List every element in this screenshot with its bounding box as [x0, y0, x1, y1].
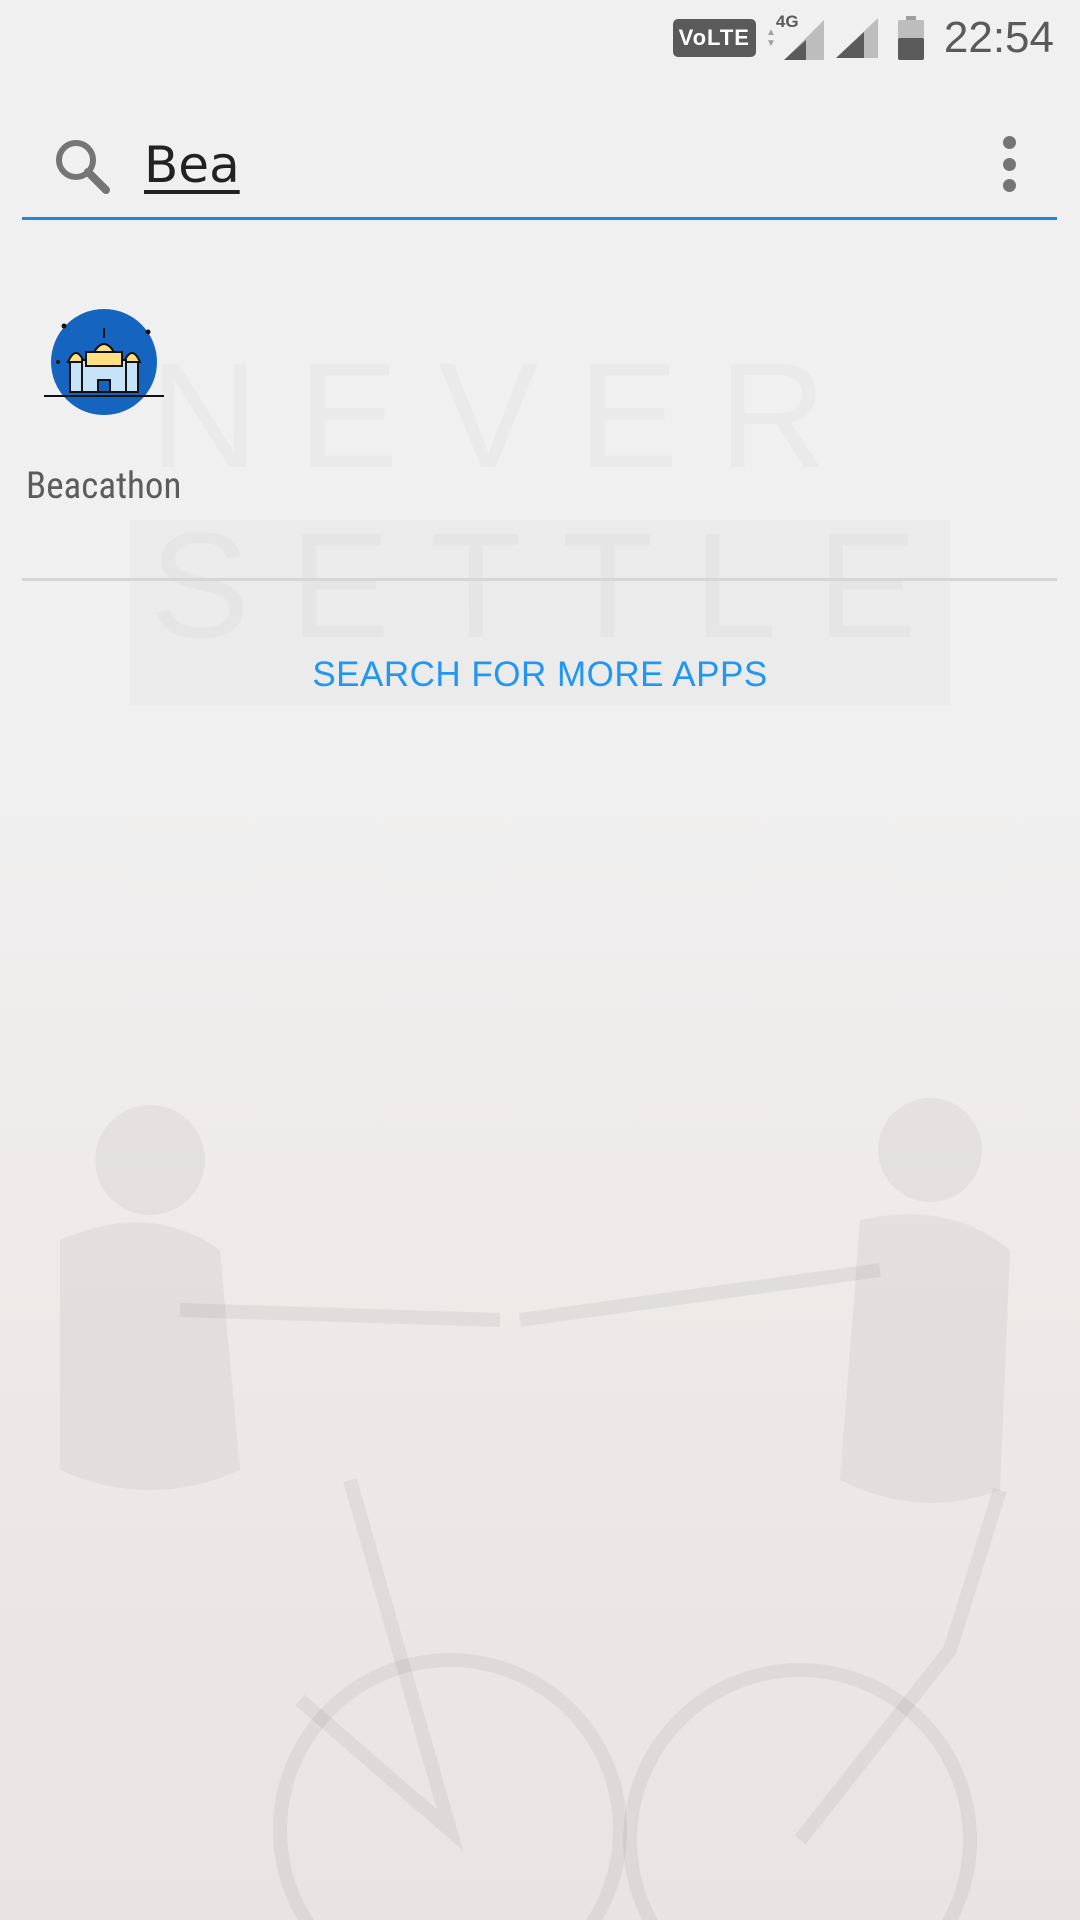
wallpaper: NEVERSETTLE [0, 0, 1080, 1920]
menu-dot [1002, 136, 1016, 149]
search-icon[interactable] [52, 136, 112, 196]
overflow-menu-icon[interactable] [1001, 136, 1017, 192]
mobile-signal-4g-icon: 4G [776, 12, 824, 60]
data-activity-icon: ▲ ▼ [765, 26, 776, 49]
battery-icon [897, 15, 924, 60]
status-bar: VoLTE ▲ ▼ 4G 22:54 [0, 0, 1080, 75]
divider [22, 578, 1057, 581]
menu-dot [1002, 157, 1016, 171]
clock: 22:54 [943, 12, 1054, 62]
search-input[interactable] [144, 130, 944, 200]
signal-strength-icon [835, 17, 878, 58]
search-more-apps-button[interactable]: SEARCH FOR MORE APPS [0, 655, 1080, 695]
app-label: Beacathon [26, 465, 182, 508]
menu-dot [1002, 179, 1016, 192]
wallpaper-silhouette [60, 1098, 1010, 1920]
search-bar [22, 112, 1057, 220]
mosque-icon [44, 309, 164, 415]
volte-badge: VoLTE [672, 18, 756, 57]
app-result-beacathon[interactable]: Beacathon [22, 300, 192, 510]
